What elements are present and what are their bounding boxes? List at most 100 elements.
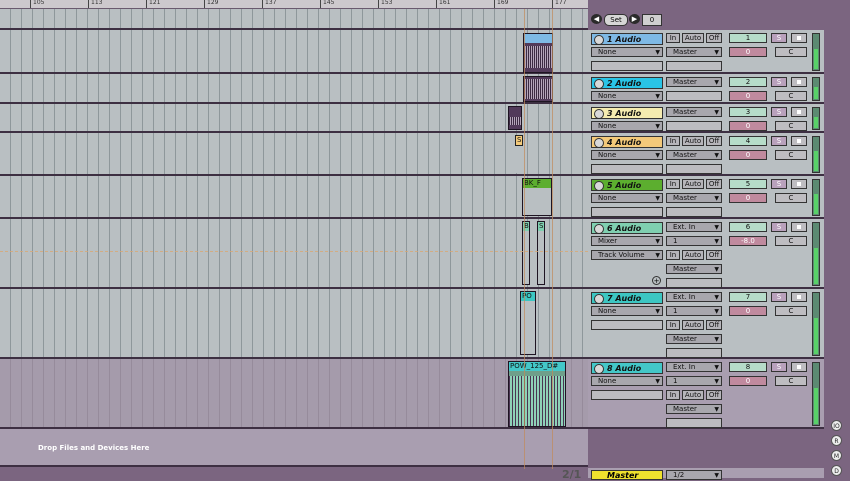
output-channel-box[interactable]: [666, 418, 722, 428]
track-activator-icon[interactable]: [594, 364, 604, 374]
volume-field[interactable]: 0: [729, 193, 767, 203]
track-lane-6[interactable]: [0, 219, 588, 289]
monitor-off-button[interactable]: Off: [706, 179, 722, 189]
audio-to-dropdown[interactable]: Master: [666, 77, 722, 87]
io-toggle-button[interactable]: IO: [831, 420, 842, 431]
track-name[interactable]: 3 Audio: [591, 107, 663, 119]
track-activator-icon[interactable]: [594, 294, 604, 304]
clip-track-6b[interactable]: S: [537, 221, 545, 285]
scroll-right-icon[interactable]: ▶: [629, 14, 640, 24]
track-number[interactable]: 5: [729, 179, 767, 189]
output-channel-box[interactable]: [666, 207, 722, 217]
track-activator-icon[interactable]: [594, 35, 604, 45]
mixer-track-4[interactable]: 4 Audio NoneInAutoOff Master 4S0C: [588, 133, 824, 176]
monitor-auto-button[interactable]: Auto: [682, 136, 704, 146]
arrangement-view[interactable]: Drop Files and Devices Here S BK_F B S P…: [0, 9, 588, 469]
track-number[interactable]: 4: [729, 136, 767, 146]
track-number[interactable]: 2: [729, 77, 767, 87]
track-name[interactable]: 1 Audio: [591, 33, 663, 45]
input-channel-dropdown[interactable]: 1: [666, 306, 722, 316]
arm-record-button[interactable]: [791, 222, 807, 232]
track-name[interactable]: 6 Audio: [591, 222, 663, 234]
track-activator-icon[interactable]: [594, 79, 604, 89]
audio-to-dropdown[interactable]: Master: [666, 264, 722, 274]
solo-button[interactable]: S: [771, 136, 787, 146]
audio-from-dropdown[interactable]: Ext. In: [666, 292, 722, 302]
volume-field[interactable]: -8.0: [729, 236, 767, 246]
monitor-off-button[interactable]: Off: [706, 33, 722, 43]
solo-button[interactable]: S: [771, 179, 787, 189]
track-lane-4[interactable]: [0, 133, 588, 176]
track-lane-2[interactable]: [0, 74, 588, 104]
input-type-dropdown[interactable]: None: [591, 121, 663, 131]
solo-button[interactable]: S: [771, 33, 787, 43]
monitor-off-button[interactable]: Off: [706, 250, 722, 260]
input-channel-box[interactable]: [591, 164, 663, 174]
pan-knob[interactable]: C: [775, 376, 807, 386]
clip-track-1[interactable]: [523, 33, 553, 73]
clip-track-3[interactable]: [508, 106, 522, 130]
clip-track-8[interactable]: POW_125_D#: [508, 361, 566, 427]
input-channel-box[interactable]: [591, 390, 663, 400]
clip-track-5[interactable]: BK_F: [522, 178, 552, 216]
audio-to-dropdown[interactable]: Master: [666, 47, 722, 57]
pan-knob[interactable]: C: [775, 91, 807, 101]
monitor-in-button[interactable]: In: [666, 179, 680, 189]
arm-record-button[interactable]: [791, 136, 807, 146]
track-number[interactable]: 8: [729, 362, 767, 372]
pan-knob[interactable]: C: [775, 236, 807, 246]
monitor-auto-button[interactable]: Auto: [682, 390, 704, 400]
pan-knob[interactable]: C: [775, 306, 807, 316]
mixer-track-2[interactable]: 2 Audio NoneMaster 2S0C: [588, 74, 824, 104]
arm-record-button[interactable]: [791, 179, 807, 189]
input-type-dropdown[interactable]: Mixer: [591, 236, 663, 246]
track-number[interactable]: 6: [729, 222, 767, 232]
track-name[interactable]: 5 Audio: [591, 179, 663, 191]
output-channel-box[interactable]: [666, 164, 722, 174]
set-value[interactable]: 0: [642, 14, 662, 26]
audio-from-dropdown[interactable]: Ext. In: [666, 362, 722, 372]
track-activator-icon[interactable]: [594, 138, 604, 148]
master-track[interactable]: Master 1/2: [588, 468, 824, 480]
monitor-auto-button[interactable]: Auto: [682, 250, 704, 260]
input-channel-dropdown[interactable]: 1: [666, 236, 722, 246]
timeline-ruler[interactable]: 105 113 121 129 137 145 153 161 169 177: [0, 0, 588, 9]
solo-button[interactable]: S: [771, 292, 787, 302]
pan-knob[interactable]: C: [775, 47, 807, 57]
monitor-in-button[interactable]: In: [666, 33, 680, 43]
track-activator-icon[interactable]: [594, 109, 604, 119]
mixer-track-8[interactable]: 8 Audio NoneExt. In 1 InAutoOff Master 8S0C: [588, 359, 824, 429]
monitor-auto-button[interactable]: Auto: [682, 33, 704, 43]
solo-button[interactable]: S: [771, 107, 787, 117]
input-channel-box[interactable]: [591, 320, 663, 330]
arm-record-button[interactable]: [791, 107, 807, 117]
volume-field[interactable]: 0: [729, 150, 767, 160]
audio-to-dropdown[interactable]: Master: [666, 404, 722, 414]
monitor-auto-button[interactable]: Auto: [682, 179, 704, 189]
mixer-track-3[interactable]: 3 Audio NoneMaster 3S0C: [588, 104, 824, 133]
input-type-dropdown[interactable]: None: [591, 91, 663, 101]
pan-knob[interactable]: C: [775, 121, 807, 131]
monitor-off-button[interactable]: Off: [706, 390, 722, 400]
track-name[interactable]: 4 Audio: [591, 136, 663, 148]
output-channel-box[interactable]: [666, 121, 722, 131]
track-name[interactable]: 8 Audio: [591, 362, 663, 374]
track-lane-3[interactable]: [0, 104, 588, 133]
add-automation-icon[interactable]: +: [652, 276, 661, 285]
track-number[interactable]: 3: [729, 107, 767, 117]
monitor-in-button[interactable]: In: [666, 136, 680, 146]
output-channel-box[interactable]: [666, 348, 722, 358]
input-type-dropdown[interactable]: None: [591, 150, 663, 160]
input-channel-box[interactable]: [591, 207, 663, 217]
monitor-in-button[interactable]: In: [666, 250, 680, 260]
solo-button[interactable]: S: [771, 362, 787, 372]
mixer-track-1[interactable]: 1 Audio NoneInAutoOff Master 1S0C: [588, 30, 824, 74]
audio-to-dropdown[interactable]: Master: [666, 334, 722, 344]
output-channel-box[interactable]: [666, 91, 722, 101]
audio-to-dropdown[interactable]: Master: [666, 107, 722, 117]
volume-field[interactable]: 0: [729, 91, 767, 101]
track-activator-icon[interactable]: [594, 181, 604, 191]
mixer-track-5[interactable]: 5 Audio NoneInAutoOff Master 5S0C: [588, 176, 824, 219]
output-channel-box[interactable]: [666, 61, 722, 71]
track-name[interactable]: 7 Audio: [591, 292, 663, 304]
